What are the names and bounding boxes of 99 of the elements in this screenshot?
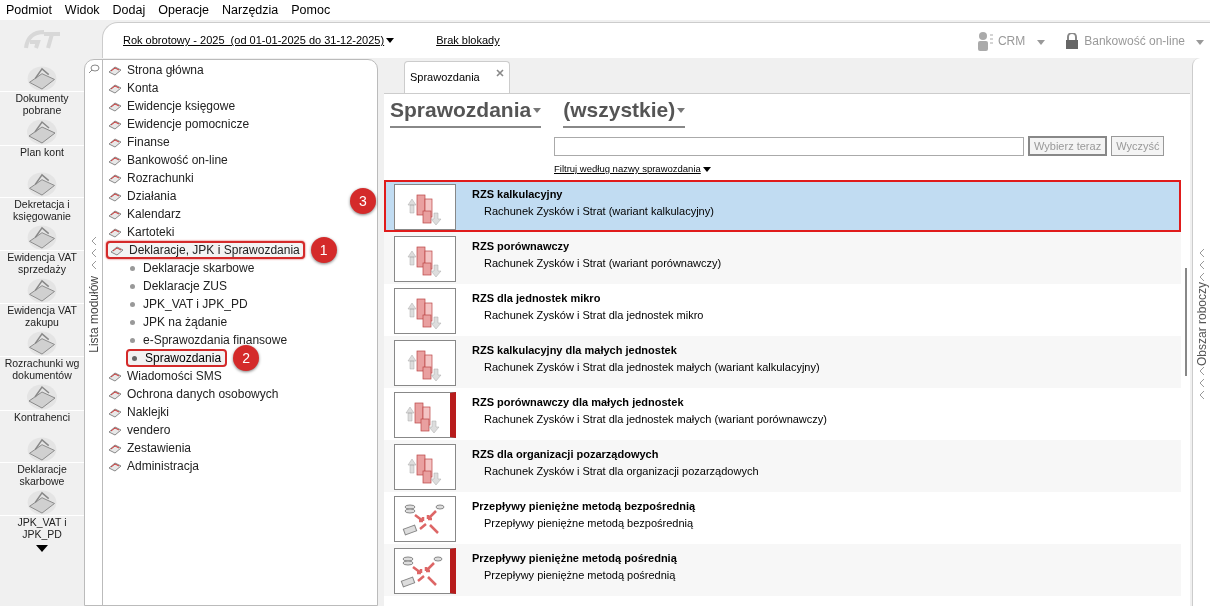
close-icon[interactable] <box>496 68 504 77</box>
report-title: Przepływy pieniężne metodą pośrednią <box>472 551 677 567</box>
launcher-icon <box>26 278 58 303</box>
launcher-icon <box>26 331 58 356</box>
module-item[interactable]: Finanse <box>106 133 173 151</box>
launcher-icon <box>26 119 58 145</box>
launcher-item[interactable]: Plan kont <box>0 119 84 169</box>
section-title-dropdown[interactable]: Sprawozdania <box>390 94 542 128</box>
search-field[interactable] <box>554 136 1024 156</box>
module-item[interactable]: Zestawienia <box>106 439 195 457</box>
launcher-icon <box>26 490 58 515</box>
module-item[interactable]: Ewidencje księgowe <box>106 97 239 115</box>
report-description: Rachunek Zysków i Strat (wariant kalkulacyjny) <box>484 204 714 220</box>
launcher-item[interactable]: Dekretacja i księgowanie <box>0 172 84 222</box>
caret-icon <box>1037 39 1046 45</box>
lock-status-link[interactable]: Brak blokady <box>436 32 500 49</box>
lock-icon <box>1065 32 1080 49</box>
launcher-item[interactable]: Dokumenty pobrane <box>0 66 84 116</box>
module-item[interactable]: Deklaracje, JPK i Sprawozdania <box>106 241 305 259</box>
report-description: Rachunek Zysków i Strat dla organizacji pozarządowych <box>484 464 759 480</box>
module-item[interactable]: Bankowość on-line <box>106 151 231 169</box>
caret-icon <box>702 166 711 172</box>
filter-link[interactable]: Filtruj według nazwy sprawozdania <box>554 162 711 177</box>
report-description: Rachunek Zysków i Strat dla jednostek mikro <box>484 308 704 324</box>
module-item[interactable]: Ochrona danych osobowych <box>106 385 282 403</box>
module-item[interactable]: Administracja <box>106 457 203 475</box>
module-item[interactable]: Konta <box>106 79 162 97</box>
report-title: RZS dla jednostek mikro <box>472 291 602 307</box>
menu-item[interactable]: Operacje <box>158 0 209 20</box>
report-row[interactable]: Przepływy pieniężne metodą pośrednią Przepływy pieniężne metodą pośrednią <box>384 544 1181 597</box>
report-title: RZS dla organizacji pozarządowych <box>472 447 660 463</box>
report-title: Przepływy pieniężne metodą bezpośrednią <box>472 499 696 515</box>
report-row[interactable]: RZS porównawczy Rachunek Zysków i Strat (wariant porównawczy) <box>384 232 1181 285</box>
fiscal-year-link[interactable]: Rok obrotowy - 2025 (od 01-01-2025 do 31-12-2025) <box>123 32 395 49</box>
caret-icon <box>386 38 395 43</box>
launcher-icon <box>26 437 58 462</box>
report-description: Rachunek Zysków i Strat (wariant porównawczy) <box>484 256 722 272</box>
submodule-item[interactable]: Deklaracje ZUS <box>126 277 232 295</box>
module-item[interactable]: Działania <box>106 187 180 205</box>
launcher-item[interactable]: Kontrahenci <box>0 384 84 434</box>
bullet-icon <box>130 265 135 271</box>
caret-icon <box>1196 39 1204 45</box>
module-item[interactable]: Rozrachunki <box>106 169 197 187</box>
submodule-item[interactable]: JPK_VAT i JPK_PD <box>126 295 252 313</box>
report-description: Rachunek Zysków i Strat dla jednostek małych (wariant porównawczy) <box>484 412 827 428</box>
workspace-label: Obszar roboczy <box>1193 282 1210 367</box>
report-description: Przepływy pieniężne metodą pośrednią <box>484 568 677 584</box>
pin-icon[interactable] <box>87 64 100 74</box>
person-icon <box>975 30 994 51</box>
report-row[interactable]: RZS kalkulacyjny dla małych jednostek Rachunek Zysków i Strat dla jednostek małych (wariant kalkulacyjny) <box>384 336 1181 389</box>
module-item[interactable]: Kartoteki <box>106 223 178 241</box>
menu-item[interactable]: Pomoc <box>291 0 331 20</box>
menu-item[interactable]: Widok <box>64 0 100 20</box>
scroll-down-icon[interactable] <box>36 545 48 552</box>
bullet-icon <box>130 301 135 307</box>
caret-icon <box>533 107 542 113</box>
submodule-item[interactable]: Sprawozdania <box>126 349 228 367</box>
menu-item[interactable]: Dodaj <box>112 0 146 20</box>
module-item[interactable]: Strona główna <box>106 61 207 79</box>
module-list-label: Lista modułów <box>85 276 102 353</box>
report-title: RZS porównawczy dla małych jednostek <box>472 395 685 411</box>
menu-item[interactable]: Narzędzia <box>222 0 279 20</box>
submodule-item[interactable]: Deklaracje skarbowe <box>126 259 259 277</box>
launcher-icon <box>26 225 58 250</box>
launcher-item[interactable]: Rozrachunki wg dokumentów <box>0 331 84 381</box>
bullet-icon <box>132 355 137 361</box>
collapse-chevrons-icon[interactable] <box>1197 248 1206 282</box>
report-title: RZS kalkulacyjny <box>472 187 564 203</box>
launcher-icon <box>26 66 58 91</box>
filter-dropdown[interactable]: (wszystkie) <box>563 94 686 128</box>
callout-number: 1 <box>310 237 337 263</box>
bullet-icon <box>130 319 135 325</box>
module-item[interactable]: Kalendarz <box>106 205 185 223</box>
launcher-item[interactable]: Ewidencja VAT zakupu <box>0 278 84 328</box>
report-title: RZS kalkulacyjny dla małych jednostek <box>472 343 678 359</box>
caret-icon <box>677 107 686 113</box>
collapse-chevrons-icon[interactable] <box>1197 366 1206 401</box>
launcher-item[interactable]: JPK_VAT i JPK_PD <box>0 490 84 540</box>
module-item[interactable]: Naklejki <box>106 403 172 421</box>
launcher-item[interactable]: Ewidencja VAT sprzedaży <box>0 225 84 275</box>
bullet-icon <box>130 337 135 343</box>
launcher-item[interactable]: Deklaracje skarbowe <box>0 437 84 487</box>
scrollbar-thumb[interactable] <box>1184 268 1187 377</box>
tab[interactable]: Sprawozdania <box>404 61 510 93</box>
callout-number: 2 <box>233 345 260 371</box>
report-title: RZS porównawczy <box>472 239 571 255</box>
menu-item[interactable]: Podmiot <box>6 0 52 20</box>
submodule-item[interactable]: JPK na żądanie <box>126 313 232 331</box>
collapse-chevrons-icon[interactable] <box>89 236 98 270</box>
bullet-icon <box>130 283 135 289</box>
report-description: Rachunek Zysków i Strat dla jednostek małych (wariant kalkulacyjny) <box>484 360 820 376</box>
module-item[interactable]: vendero <box>106 421 174 439</box>
report-description: Przepływy pieniężne metodą bezpośrednią <box>484 516 695 532</box>
launcher-icon <box>26 172 58 197</box>
module-item[interactable]: Ewidencje pomocnicze <box>106 115 253 133</box>
launcher-icon <box>26 384 58 410</box>
report-row[interactable]: RZS kalkulacyjny Rachunek Zysków i Strat (wariant kalkulacyjny) <box>384 180 1181 233</box>
module-item[interactable]: Wiadomości SMS <box>106 367 225 385</box>
report-row[interactable]: RZS dla organizacji pozarządowych Rachunek Zysków i Strat dla organizacji pozarządowych <box>384 440 1181 493</box>
